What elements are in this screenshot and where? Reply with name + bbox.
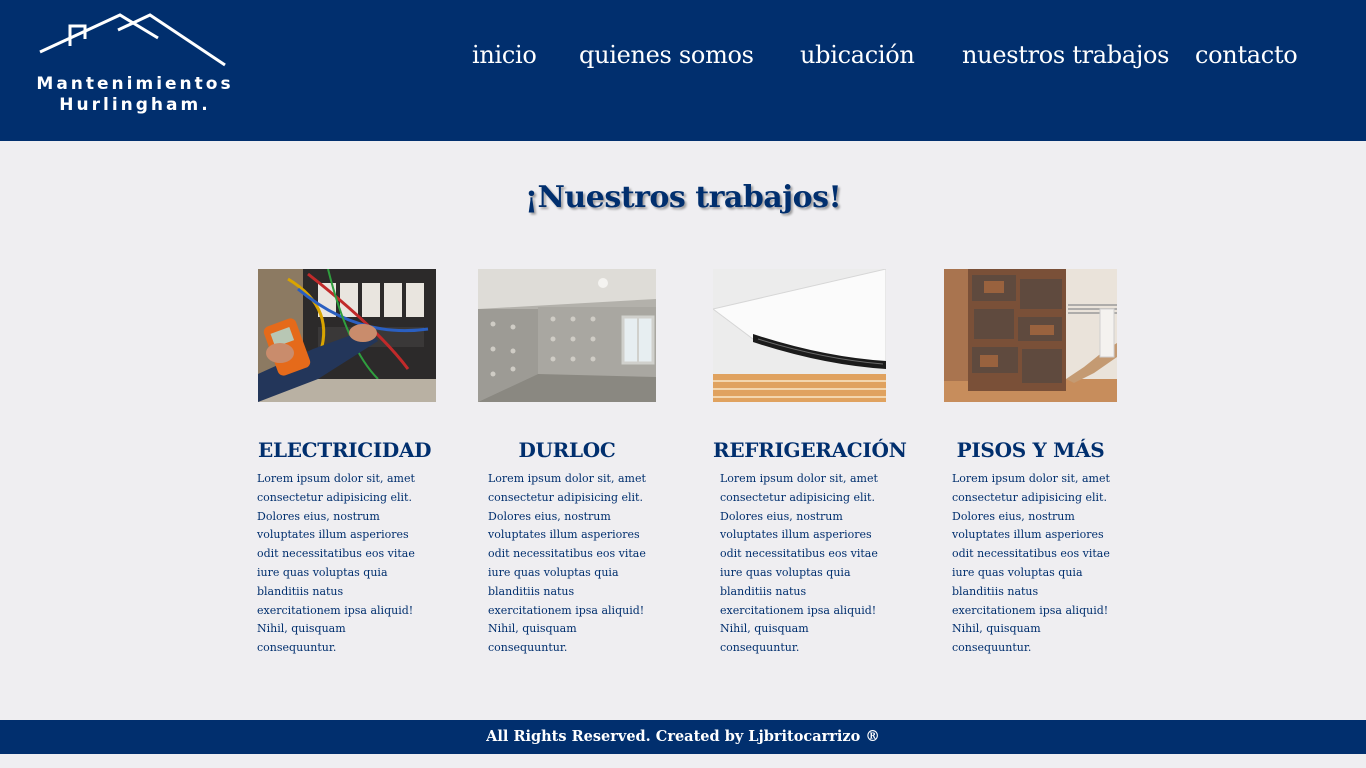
card-text-line: consectetur adipisicing elit.: [952, 490, 1107, 504]
card-text-line: consequuntur.: [488, 641, 568, 655]
brand-name: Mantenimientos Hurlingham.: [30, 74, 240, 116]
card-text-line: odit necessitatibus eos vitae: [257, 547, 415, 561]
card-text-line: Nihil, quisquam: [257, 622, 346, 636]
card-text-line: consequuntur.: [257, 641, 337, 655]
card-text-line: iure quas voluptas quia: [488, 565, 619, 579]
nav-link-inicio[interactable]: inicio: [472, 38, 537, 72]
house-roof-icon: [39, 13, 226, 67]
card-text-line: consectetur adipisicing elit.: [257, 490, 412, 504]
card-text-line: Nihil, quisquam: [720, 622, 809, 636]
site-footer: All Rights Reserved. Created by Ljbritoc…: [0, 720, 1366, 754]
card-text-line: Dolores eius, nostrum: [257, 509, 380, 523]
page-title: ¡Nuestros trabajos!: [524, 180, 842, 215]
card-text-line: iure quas voluptas quia: [720, 565, 851, 579]
site-logo[interactable]: Mantenimientos Hurlingham.: [30, 10, 240, 120]
card-text-line: Lorem ipsum dolor sit, amet: [257, 472, 415, 485]
card-text-line: Dolores eius, nostrum: [488, 509, 611, 523]
card-text-line: iure quas voluptas quia: [257, 565, 388, 579]
brand-line-1: Mantenimientos: [36, 74, 234, 94]
card-description: Lorem ipsum dolor sit, amet consectetur …: [488, 470, 653, 658]
card-text-line: exercitationem ipsa aliquid!: [952, 603, 1109, 617]
card-text-line: voluptates illum asperiores: [257, 528, 409, 542]
card-text-line: blanditiis natus: [257, 584, 344, 598]
electrical-panel-image: [258, 269, 436, 402]
card-text-line: voluptates illum asperiores: [488, 528, 640, 542]
card-text-line: Nihil, quisquam: [488, 622, 577, 636]
brand-line-2: Hurlingham.: [59, 95, 211, 115]
card-title: ELECTRICIDAD: [258, 438, 432, 462]
card-text-line: consequuntur.: [952, 641, 1032, 655]
stone-wall-floor-image: [944, 269, 1117, 402]
site-header: Mantenimientos Hurlingham. inicio quiene…: [0, 0, 1366, 141]
card-text-line: Lorem ipsum dolor sit, amet: [720, 472, 878, 485]
nav-link-quienes-somos[interactable]: quienes somos: [579, 38, 754, 72]
card-text-line: blanditiis natus: [488, 584, 575, 598]
card-text-line: consectetur adipisicing elit.: [720, 490, 875, 504]
card-text-line: odit necessitatibus eos vitae: [488, 547, 646, 561]
card-text-line: blanditiis natus: [720, 584, 807, 598]
card-text-line: odit necessitatibus eos vitae: [720, 547, 878, 561]
drywall-room-image: [478, 269, 656, 402]
card-text-line: blanditiis natus: [952, 584, 1039, 598]
card-text-line: odit necessitatibus eos vitae: [952, 547, 1110, 561]
card-text-line: Nihil, quisquam: [952, 622, 1041, 636]
nav-link-ubicacion[interactable]: ubicación: [800, 38, 915, 72]
card-description: Lorem ipsum dolor sit, amet consectetur …: [952, 470, 1117, 658]
air-conditioner-image: [713, 269, 886, 402]
card-text-line: consectetur adipisicing elit.: [488, 490, 643, 504]
card-text-line: exercitationem ipsa aliquid!: [720, 603, 877, 617]
card-text-line: Lorem ipsum dolor sit, amet: [952, 472, 1110, 485]
card-description: Lorem ipsum dolor sit, amet consectetur …: [720, 470, 885, 658]
card-text-line: consequuntur.: [720, 641, 800, 655]
nav-link-nuestros-trabajos[interactable]: nuestros trabajos: [962, 38, 1169, 72]
nav-link-contacto[interactable]: contacto: [1195, 38, 1298, 72]
footer-copyright: All Rights Reserved. Created by Ljbritoc…: [486, 728, 880, 745]
card-text-line: voluptates illum asperiores: [952, 528, 1104, 542]
card-description: Lorem ipsum dolor sit, amet consectetur …: [257, 470, 422, 658]
card-title: PISOS Y MÁS: [956, 438, 1105, 462]
card-text-line: Lorem ipsum dolor sit, amet: [488, 472, 646, 485]
card-text-line: exercitationem ipsa aliquid!: [488, 603, 645, 617]
card-text-line: Dolores eius, nostrum: [720, 509, 843, 523]
card-text-line: iure quas voluptas quia: [952, 565, 1083, 579]
card-title: DURLOC: [518, 438, 616, 462]
card-text-line: Dolores eius, nostrum: [952, 509, 1075, 523]
card-title: REFRIGERACIÓN: [713, 438, 907, 462]
card-text-line: voluptates illum asperiores: [720, 528, 872, 542]
card-text-line: exercitationem ipsa aliquid!: [257, 603, 414, 617]
